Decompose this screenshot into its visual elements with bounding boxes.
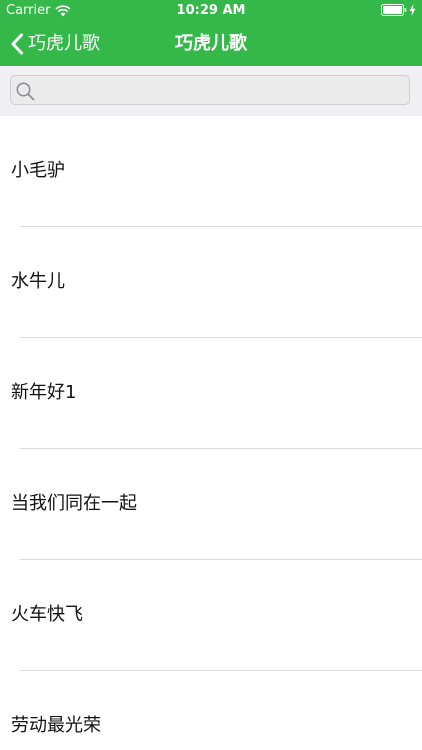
list-item[interactable]: 小毛驴 bbox=[0, 116, 422, 227]
search-icon bbox=[16, 82, 35, 101]
top-bar: Carrier 10:29 AM 巧虎儿歌 巧虎儿歌 bbox=[0, 0, 422, 66]
charging-bolt-icon bbox=[409, 4, 416, 16]
list-item[interactable]: 新年好1 bbox=[0, 338, 422, 449]
chevron-left-icon bbox=[11, 33, 23, 55]
search-input[interactable] bbox=[39, 76, 408, 106]
song-title: 劳动最光荣 bbox=[11, 715, 101, 736]
song-title: 新年好1 bbox=[11, 382, 77, 403]
song-title: 水牛儿 bbox=[11, 271, 65, 292]
app-screen: Carrier 10:29 AM 巧虎儿歌 巧虎儿歌 小毛驴 水牛儿 新年好1 … bbox=[0, 0, 422, 750]
song-list: 小毛驴 水牛儿 新年好1 当我们同在一起 火车快飞 劳动最光荣 bbox=[0, 116, 422, 750]
list-item[interactable]: 火车快飞 bbox=[0, 560, 422, 671]
battery-indicator bbox=[381, 4, 416, 16]
status-time: 10:29 AM bbox=[176, 3, 246, 18]
song-title: 当我们同在一起 bbox=[11, 493, 137, 514]
list-item[interactable]: 劳动最光荣 bbox=[0, 671, 422, 750]
back-button-label: 巧虎儿歌 bbox=[28, 33, 100, 54]
list-item[interactable]: 当我们同在一起 bbox=[0, 449, 422, 560]
search-field[interactable] bbox=[10, 75, 410, 106]
battery-icon bbox=[381, 4, 407, 16]
status-bar: Carrier 10:29 AM bbox=[0, 0, 422, 22]
navigation-bar: 巧虎儿歌 巧虎儿歌 bbox=[0, 22, 422, 66]
back-button[interactable]: 巧虎儿歌 bbox=[10, 22, 100, 66]
search-bar bbox=[0, 66, 422, 116]
list-item[interactable]: 水牛儿 bbox=[0, 227, 422, 338]
song-title: 小毛驴 bbox=[11, 160, 65, 181]
song-title: 火车快飞 bbox=[11, 604, 83, 625]
